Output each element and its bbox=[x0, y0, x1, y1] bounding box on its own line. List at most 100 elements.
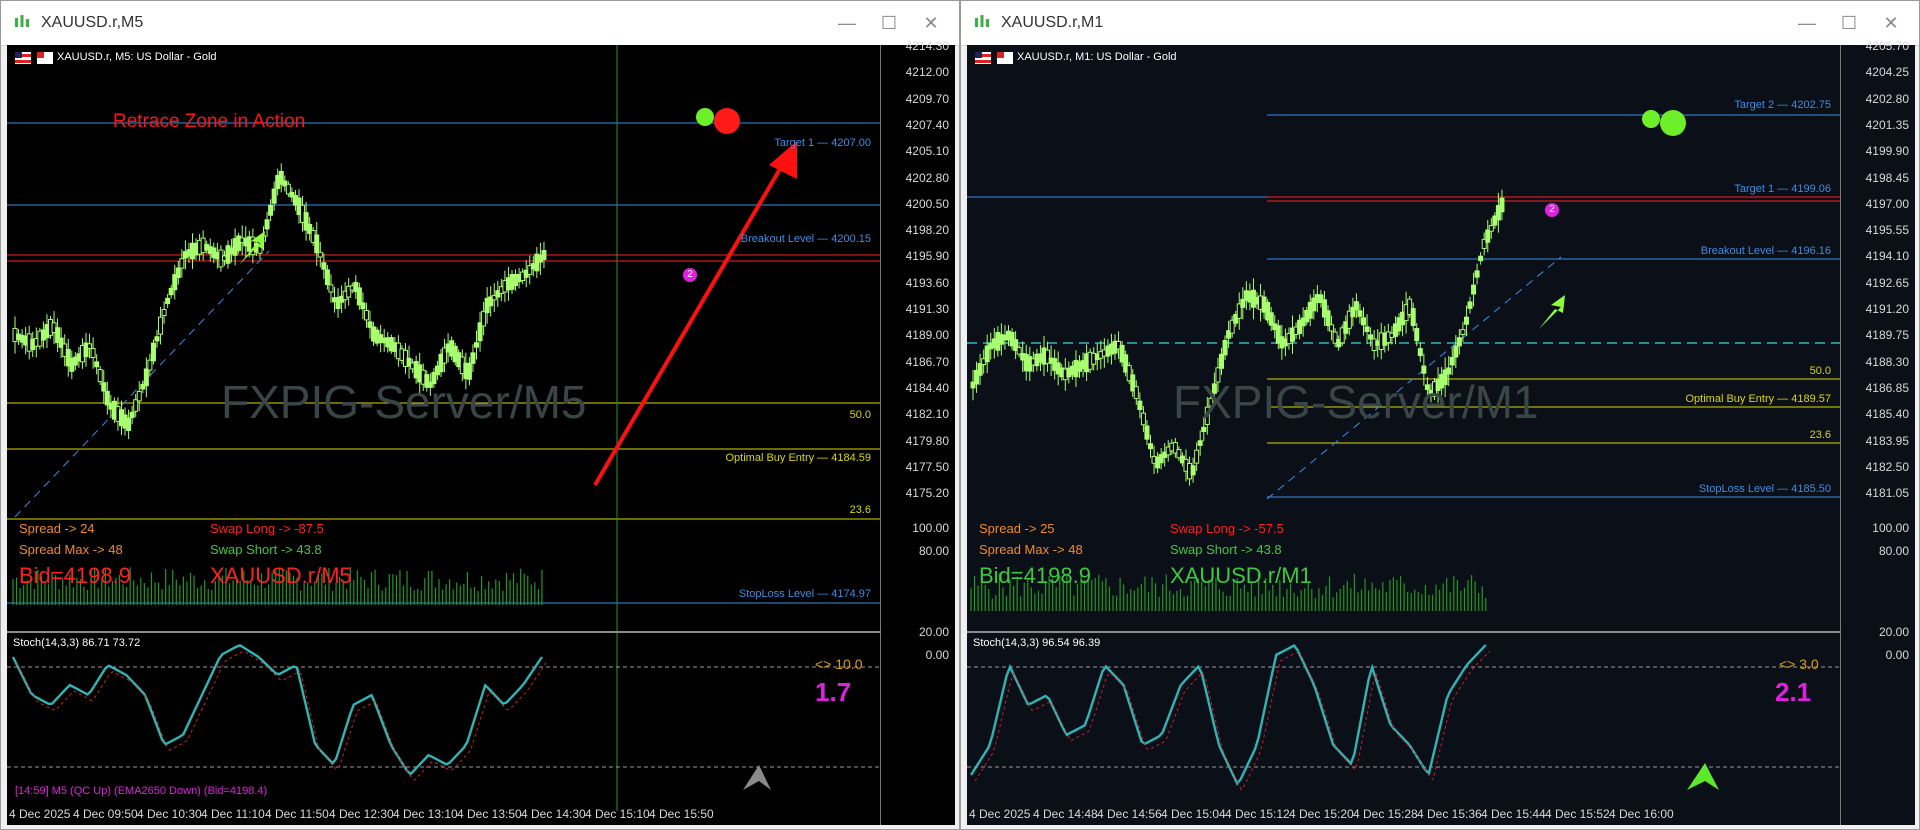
candle bbox=[356, 287, 362, 306]
stoch-tick: 100.00 bbox=[912, 521, 949, 535]
price-scale[interactable]: 4205.70 4204.25 4202.80 4201.35 4199.90 4198.… bbox=[1840, 39, 1915, 825]
optimal-entry-label: Optimal Buy Entry — 4184.59 bbox=[725, 452, 871, 464]
price-tick: 4195.90 bbox=[905, 249, 949, 264]
price-tick: 4202.80 bbox=[905, 170, 949, 185]
breakout-label: Breakout Level — 4200.15 bbox=[740, 233, 871, 245]
swap-short-text: Swap Short -> 43.8 bbox=[1170, 542, 1282, 557]
stoch-signal-line bbox=[16, 650, 547, 781]
spread-text: Spread -> 24 bbox=[19, 521, 95, 536]
indicator-separator[interactable] bbox=[7, 631, 881, 633]
candle bbox=[1456, 337, 1462, 347]
titlebar[interactable]: XAUUSD.r,M1 — ☐ ✕ bbox=[961, 1, 1919, 46]
time-tick: 4 Dec 15:36 bbox=[1417, 807, 1482, 821]
stoch-tick: 20.00 bbox=[918, 625, 949, 639]
minimize-button[interactable]: — bbox=[1789, 11, 1825, 35]
candle bbox=[179, 258, 185, 269]
bid-text: Bid=4198.9 bbox=[979, 563, 1091, 588]
stoch-signal-line bbox=[974, 650, 1491, 791]
candle bbox=[136, 390, 142, 402]
candle bbox=[1325, 310, 1331, 327]
symbol-text: XAUUSD.r/M1 bbox=[1170, 563, 1312, 588]
price-tick: 4202.80 bbox=[1865, 91, 1909, 106]
chart-canvas[interactable] bbox=[7, 45, 881, 825]
candle bbox=[143, 368, 149, 387]
chart-header: XAUUSD.r, M1: US Dollar - Gold bbox=[1017, 51, 1177, 63]
stoch-value: 1.7 bbox=[815, 677, 852, 707]
price-tick: 4200.50 bbox=[905, 196, 949, 211]
candle bbox=[90, 348, 96, 359]
candle bbox=[104, 390, 110, 406]
candle bbox=[133, 399, 139, 412]
fib236-label: 23.6 bbox=[1809, 429, 1831, 441]
price-tick: 4198.45 bbox=[1865, 170, 1909, 185]
window-title: XAUUSD.r,M1 bbox=[1001, 14, 1104, 31]
price-tick: 4212.00 bbox=[905, 65, 949, 80]
candle bbox=[1446, 367, 1452, 375]
retrace-annotation: Retrace Zone in Action bbox=[113, 111, 306, 132]
stoch-range: <> 10.0 bbox=[815, 656, 863, 672]
price-tick: 4189.00 bbox=[905, 328, 949, 343]
candle bbox=[1410, 308, 1416, 327]
candle bbox=[264, 219, 270, 230]
spread-max-text: Spread Max -> 48 bbox=[19, 542, 123, 557]
chart-area[interactable]: XAUUSD.r, M1: US Dollar - Gold FXPIG-Ser… bbox=[967, 39, 1915, 825]
fib50-label: 50.0 bbox=[1809, 365, 1831, 377]
candle bbox=[1148, 443, 1153, 450]
candle bbox=[541, 250, 547, 260]
price-tick: 4177.50 bbox=[905, 459, 949, 474]
candle bbox=[481, 310, 487, 327]
time-tick: 4 Dec 15:10 bbox=[585, 807, 650, 821]
candle bbox=[1471, 284, 1477, 295]
price-tick: 4209.70 bbox=[905, 91, 949, 106]
candle bbox=[470, 352, 476, 364]
price-scale[interactable]: 4214.30 4212.00 4209.70 4207.40 4205.10 4202.… bbox=[880, 39, 955, 825]
close-button[interactable]: ✕ bbox=[1873, 11, 1909, 35]
candle bbox=[1478, 255, 1484, 262]
stoch-label: Stoch(14,3,3) 86.71 73.72 bbox=[13, 637, 141, 649]
candle bbox=[1361, 317, 1366, 326]
stoch-tick: 0.00 bbox=[925, 648, 949, 662]
candle bbox=[1197, 440, 1203, 446]
candle bbox=[1460, 329, 1466, 335]
candle bbox=[158, 316, 164, 335]
chart-canvas[interactable] bbox=[967, 45, 1841, 825]
candle bbox=[1449, 356, 1455, 366]
fib236-label: 23.6 bbox=[849, 504, 871, 516]
candle bbox=[1467, 301, 1473, 309]
candle bbox=[271, 188, 277, 204]
candle bbox=[1353, 301, 1359, 311]
candle bbox=[101, 382, 107, 392]
price-tick: 4182.50 bbox=[1865, 459, 1909, 474]
minimize-button[interactable]: — bbox=[829, 11, 865, 35]
optimal-entry-label: Optimal Buy Entry — 4189.57 bbox=[1685, 393, 1831, 405]
chart-app-icon bbox=[15, 15, 29, 27]
stoch-label: Stoch(14,3,3) 96.54 96.39 bbox=[973, 637, 1101, 649]
chart-area[interactable]: XAUUSD.r, M5: US Dollar - Gold FXPIG-Ser… bbox=[7, 39, 955, 825]
candle bbox=[474, 342, 479, 348]
close-button[interactable]: ✕ bbox=[913, 11, 949, 35]
maximize-button[interactable]: ☐ bbox=[1831, 11, 1867, 35]
candle bbox=[363, 310, 369, 321]
candle bbox=[1485, 229, 1491, 243]
candle bbox=[360, 302, 366, 310]
time-tick: 4 Dec 15:44 bbox=[1481, 807, 1546, 821]
price-tick: 4189.75 bbox=[1865, 328, 1909, 343]
indicator-separator[interactable] bbox=[967, 631, 1841, 633]
price-tick: 4185.40 bbox=[1865, 407, 1909, 422]
maximize-button[interactable]: ☐ bbox=[871, 11, 907, 35]
candle bbox=[1357, 310, 1363, 317]
price-tick: 4195.55 bbox=[1865, 223, 1909, 238]
time-tick: 4 Dec 12:30 bbox=[329, 807, 394, 821]
titlebar[interactable]: XAUUSD.r,M5 — ☐ ✕ bbox=[1, 1, 959, 46]
time-tick: 4 Dec 16:00 bbox=[1609, 807, 1674, 821]
price-tick: 4175.20 bbox=[905, 486, 949, 501]
price-tick: 4201.35 bbox=[1865, 117, 1909, 132]
candle bbox=[1144, 425, 1150, 440]
candle bbox=[94, 361, 100, 368]
candle bbox=[1190, 465, 1196, 476]
candle bbox=[1417, 348, 1423, 357]
target1-label: Target 1 — 4207.00 bbox=[774, 137, 871, 149]
candle bbox=[161, 308, 167, 317]
price-tick: 4186.70 bbox=[905, 354, 949, 369]
price-tick: 4204.25 bbox=[1865, 65, 1909, 80]
